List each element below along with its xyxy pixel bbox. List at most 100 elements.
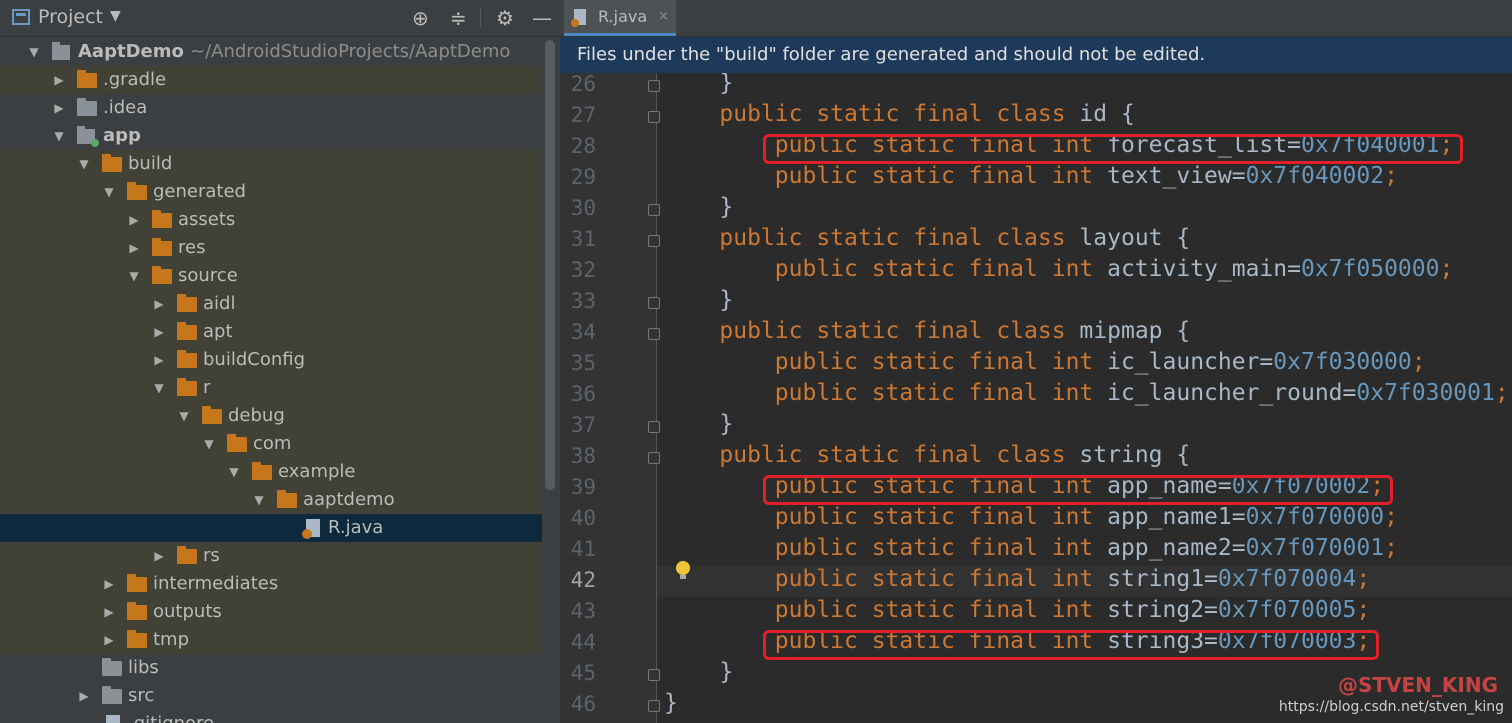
chevron-down-icon[interactable]: ▼ [101,178,117,206]
red-highlight-box [762,134,1463,164]
tree-item[interactable]: ▼ r [0,374,542,402]
code-line[interactable]: public static final int text_view=0x7f04… [664,163,1398,189]
chevron-down-icon[interactable]: ▼ [76,150,92,178]
code-line[interactable]: public static final int string2=0x7f0700… [664,597,1370,623]
tree-item[interactable]: ▶ tmp [0,626,542,654]
tree-item[interactable]: ▶ .idea [0,94,542,122]
code-line[interactable]: public static final class layout { [664,225,1190,251]
chevron-right-icon[interactable]: ▶ [101,598,117,626]
code-line[interactable]: public static final int activity_main=0x… [664,256,1454,282]
tab-r-java[interactable]: R.java × [564,0,676,36]
tree-item-label: app [103,125,141,146]
chevron-right-icon[interactable]: ▶ [101,570,117,598]
tree-item[interactable]: ▼ example [0,458,542,486]
chevron-down-icon[interactable]: ▼ [51,122,67,150]
line-number: 37 [570,413,596,437]
tree-item[interactable]: ▶ rs [0,542,542,570]
keyword-token: ; [1384,535,1398,561]
fold-marker-icon[interactable] [648,669,660,681]
code-line[interactable]: public static final int string1=0x7f0700… [664,566,1370,592]
code-line[interactable]: public static final class mipmap { [664,318,1190,344]
code-line[interactable]: public static final int app_name2=0x7f07… [664,535,1398,561]
folder-icon [227,434,247,452]
code-line[interactable]: } [664,411,733,437]
chevron-right-icon[interactable]: ▶ [151,542,167,570]
tree-item[interactable]: ▶ buildConfig [0,346,542,374]
tree-item[interactable]: ▶ assets [0,206,542,234]
fold-marker-icon[interactable] [648,111,660,123]
project-tree[interactable]: ▼ AaptDemo ~/AndroidStudioProjects/AaptDem… [0,38,542,723]
fold-marker-icon[interactable] [648,297,660,309]
code-line[interactable]: } [664,659,733,685]
tree-item[interactable]: ▼ debug [0,402,542,430]
code-line[interactable]: public static final class string { [664,442,1190,468]
code-line[interactable]: public static final class id { [664,101,1134,127]
locate-icon[interactable]: ⊕ [412,6,429,30]
code-token: } [664,659,734,685]
code-line[interactable]: } [664,690,678,716]
tree-item-label: src [128,685,155,706]
chevron-down-icon[interactable]: ▼ [251,486,267,514]
tree-item[interactable]: ▼ aaptdemo [0,486,542,514]
tree-item[interactable]: .gitignore [0,710,542,723]
tree-item[interactable]: ▶ aidl [0,290,542,318]
chevron-right-icon[interactable]: ▶ [101,626,117,654]
fold-marker-icon[interactable] [648,204,660,216]
code-line[interactable]: public static final int app_name1=0x7f07… [664,504,1398,530]
chevron-down-icon[interactable]: ▼ [176,402,192,430]
fold-marker-icon[interactable] [648,328,660,340]
project-view-selector[interactable]: Project [38,6,103,28]
code-editor[interactable]: 26 } 27 public static final class id {28 … [560,73,1512,723]
chevron-right-icon[interactable]: ▶ [126,234,142,262]
code-line[interactable]: } [664,287,733,313]
fold-marker-icon[interactable] [648,235,660,247]
tree-item[interactable]: ▼ source [0,262,542,290]
tree-item[interactable]: R.java [0,514,542,542]
code-line[interactable]: } [664,73,733,96]
gear-icon[interactable]: ⚙ [496,6,514,30]
tree-item[interactable]: ▼ AaptDemo ~/AndroidStudioProjects/AaptDem… [0,38,542,66]
chevron-down-icon[interactable]: ▼ [110,8,121,24]
collapse-all-icon[interactable]: ≑ [450,6,467,30]
chevron-right-icon[interactable]: ▶ [126,206,142,234]
folder-icon [202,406,222,424]
chevron-down-icon[interactable]: ▼ [201,430,217,458]
tree-item[interactable]: libs [0,654,542,682]
tree-item[interactable]: ▶ apt [0,318,542,346]
tree-item[interactable]: ▼ generated [0,178,542,206]
chevron-right-icon[interactable]: ▶ [151,346,167,374]
tree-item[interactable]: ▼ com [0,430,542,458]
fold-marker-icon[interactable] [648,421,660,433]
close-icon[interactable]: × [658,0,669,34]
folder-icon [177,322,197,340]
fold-marker-icon[interactable] [648,452,660,464]
chevron-right-icon[interactable]: ▶ [76,682,92,710]
keyword-token: public static final int [664,504,1094,530]
line-number: 35 [570,351,596,375]
tree-item[interactable]: ▶ res [0,234,542,262]
code-line[interactable]: } [664,194,733,220]
code-token: text_view= [1093,163,1246,189]
project-scrollbar[interactable] [545,40,555,490]
tree-item[interactable]: ▶ intermediates [0,570,542,598]
fold-marker-icon[interactable] [648,80,660,92]
fold-marker-icon[interactable] [648,700,660,712]
line-number: 46 [570,692,596,716]
chevron-right-icon[interactable]: ▶ [51,66,67,94]
tree-item[interactable]: ▼ app [0,122,542,150]
tree-item[interactable]: ▶ src [0,682,542,710]
chevron-down-icon[interactable]: ▼ [226,458,242,486]
tree-item[interactable]: ▼ build [0,150,542,178]
chevron-right-icon[interactable]: ▶ [151,290,167,318]
hide-icon[interactable]: — [532,6,552,30]
chevron-down-icon[interactable]: ▼ [126,262,142,290]
chevron-right-icon[interactable]: ▶ [151,318,167,346]
tree-item[interactable]: ▶ outputs [0,598,542,626]
code-line[interactable]: public static final int ic_launcher_roun… [664,380,1509,406]
chevron-down-icon[interactable]: ▼ [151,374,167,402]
chevron-down-icon[interactable]: ▼ [26,38,42,66]
code-line[interactable]: public static final int ic_launcher=0x7f… [664,349,1426,375]
tree-item[interactable]: ▶ .gradle [0,66,542,94]
chevron-right-icon[interactable]: ▶ [51,94,67,122]
line-number: 43 [570,599,596,623]
